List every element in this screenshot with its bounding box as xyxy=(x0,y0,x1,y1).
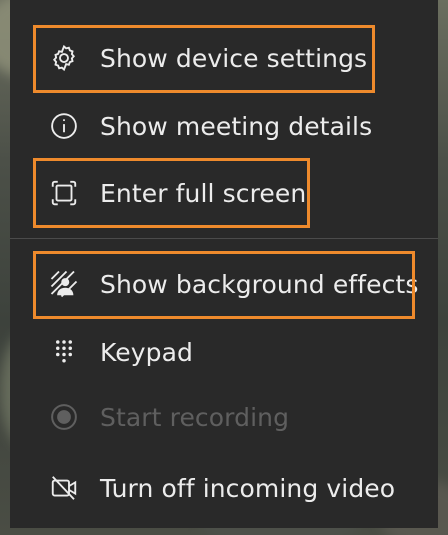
menu-item-label: Show background effects xyxy=(100,269,419,299)
fullscreen-icon xyxy=(46,175,82,211)
menu-item-show-meeting-details[interactable]: Show meeting details xyxy=(44,100,372,152)
info-icon xyxy=(46,108,82,144)
menu-item-show-background-effects[interactable]: Show background effects xyxy=(44,258,418,310)
background-effects-icon xyxy=(46,266,82,302)
menu-item-label: Keypad xyxy=(100,337,193,367)
record-icon xyxy=(46,399,82,435)
menu-item-label: Show meeting details xyxy=(100,111,373,141)
keypad-icon xyxy=(46,334,82,370)
menu-item-label: Enter full screen xyxy=(100,178,307,208)
menu-item-label: Show device settings xyxy=(100,43,368,73)
more-actions-menu: Show device settings Show meeting detail… xyxy=(10,0,438,528)
menu-divider xyxy=(10,238,438,239)
menu-item-turn-off-incoming-video[interactable]: Turn off incoming video xyxy=(44,462,395,514)
gear-icon xyxy=(46,40,82,76)
video-off-icon xyxy=(46,470,82,506)
menu-item-show-device-settings[interactable]: Show device settings xyxy=(44,32,367,84)
menu-item-enter-full-screen[interactable]: Enter full screen xyxy=(44,167,306,219)
menu-item-label: Start recording xyxy=(100,402,290,432)
menu-item-keypad[interactable]: Keypad xyxy=(44,326,193,378)
menu-item-label: Turn off incoming video xyxy=(100,473,396,503)
menu-item-start-recording: Start recording xyxy=(44,391,289,443)
